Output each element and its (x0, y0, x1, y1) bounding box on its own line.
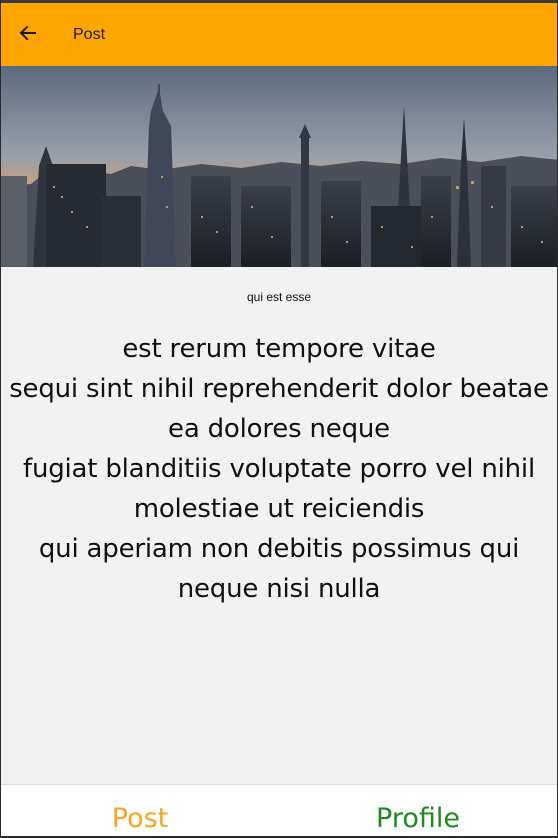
back-button[interactable] (13, 20, 43, 50)
post-image (1, 66, 557, 267)
nav-profile-tab[interactable]: Profile (279, 785, 557, 836)
arrow-left-icon (18, 23, 38, 47)
nav-post-tab[interactable]: Post (1, 785, 279, 836)
app-window: Post qui est esse est rerum tempore vita… (0, 0, 558, 838)
app-bar: Post (1, 3, 557, 66)
post-title: qui est esse (246, 290, 312, 304)
page-title: Post (73, 25, 106, 43)
post-body: est rerum tempore vitae sequi sint nihil… (9, 334, 549, 604)
bottom-navigation: Post Profile (1, 784, 557, 836)
